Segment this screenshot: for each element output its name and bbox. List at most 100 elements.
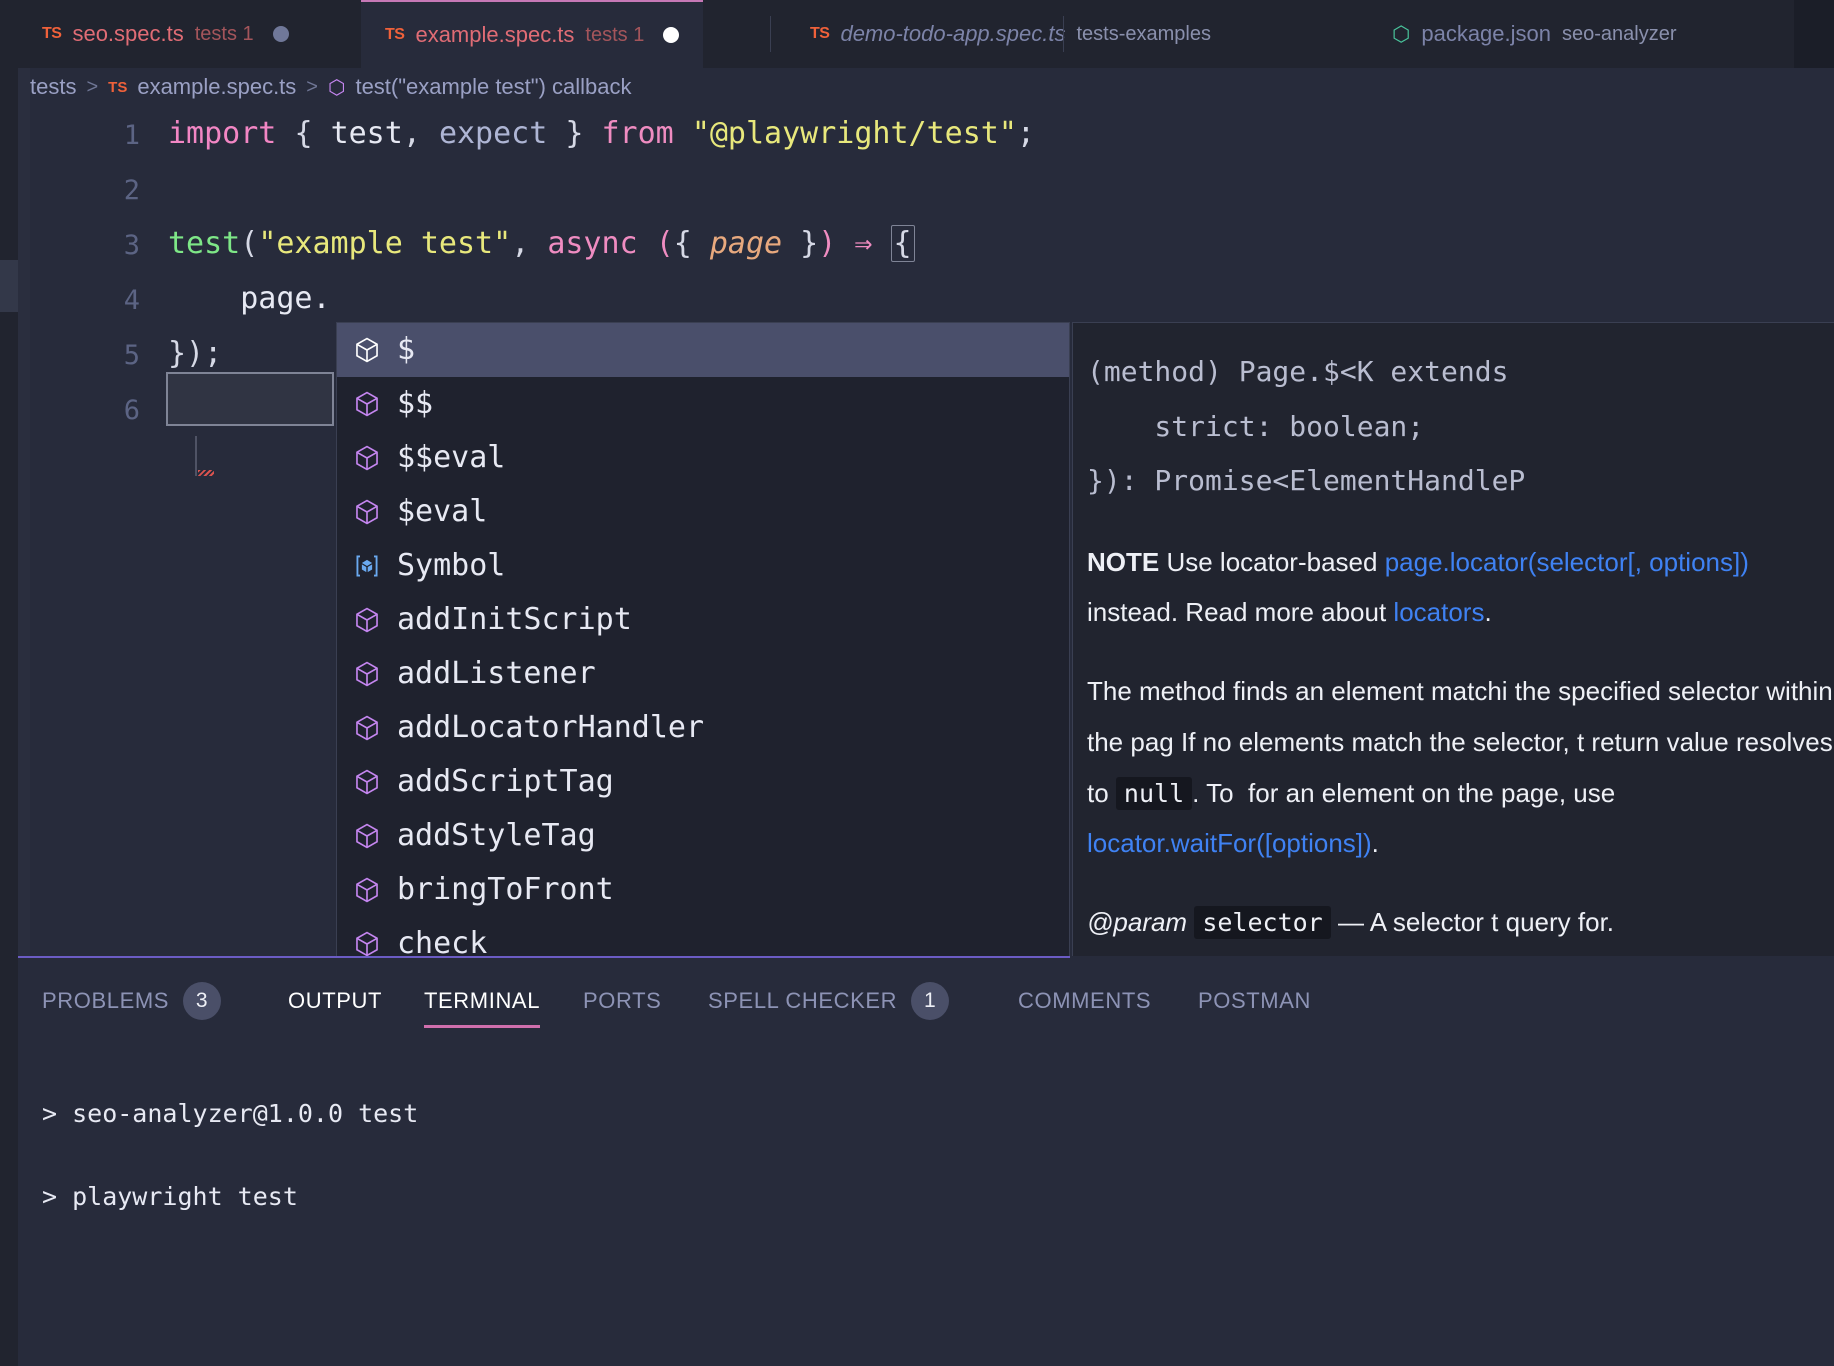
- suggest-item-addstyletag[interactable]: addStyleTag: [337, 809, 1069, 863]
- error-squiggle-icon: [198, 470, 214, 476]
- doc-note-paragraph: NOTE Use locator-based page.locator(sele…: [1087, 537, 1834, 638]
- body-text-1: The method finds an element matchi: [1087, 676, 1508, 707]
- locators-link[interactable]: locators: [1393, 597, 1484, 627]
- param-description-cont: query for.: [1505, 906, 1615, 937]
- activity-bar-active-indicator: [0, 260, 18, 312]
- inline-code-null: null: [1115, 776, 1193, 810]
- suggest-item-label: $$eval: [397, 440, 506, 475]
- terminal-line: > playwright test: [42, 1182, 1082, 1211]
- method-signature: (method) Page.$<K extends strict: boolea…: [1087, 345, 1834, 509]
- suggest-item-dollar[interactable]: $: [337, 323, 1069, 377]
- suggest-item-dollardollar[interactable]: $$: [337, 377, 1069, 431]
- suggest-item-label: bringToFront: [397, 872, 614, 907]
- panel-tab-label: TERMINAL: [424, 988, 541, 1013]
- panel-tab-label: SPELL CHECKER: [708, 988, 898, 1013]
- suggest-item-label: check: [397, 926, 488, 961]
- unsaved-dot-icon[interactable]: [272, 26, 289, 42]
- terminal-line: > seo-analyzer@1.0.0 test: [42, 1099, 1082, 1128]
- body-text-6: for an element on the page, use: [1248, 777, 1623, 808]
- suggest-item-label: $$: [397, 386, 434, 421]
- line-number: 1: [123, 120, 140, 151]
- terminal-line-text: > playwright test: [42, 1182, 298, 1211]
- suggest-item-label: addLocatorHandler: [397, 710, 705, 745]
- editor-tab-bar: TS seo.spec.ts tests 1 TS example.spec.t…: [0, 0, 1834, 68]
- locator-waitfor-link[interactable]: locator.waitFor([options]): [1087, 828, 1372, 858]
- suggest-item-label: addStyleTag: [397, 818, 596, 853]
- panel-tab-spell-checker[interactable]: SPELL CHECKER 1: [708, 972, 950, 1030]
- doc-body-paragraph: The method finds an element matchi the s…: [1087, 666, 1834, 869]
- line-number: 6: [123, 395, 140, 426]
- suggest-item-dollareval[interactable]: $eval: [337, 485, 1069, 539]
- page-locator-link[interactable]: page.locator(selector[, options]): [1385, 547, 1749, 577]
- panel-tab-label: PROBLEMS: [42, 988, 170, 1013]
- tab-title: seo.spec.ts: [72, 21, 184, 46]
- editor-tab-package-json[interactable]: ⬡ package.json seo-analyzer: [1368, 0, 1701, 68]
- breadcrumb-symbol[interactable]: test("example test") callback: [355, 74, 631, 100]
- method-cube-icon: [353, 444, 381, 472]
- method-cube-icon: [353, 822, 381, 850]
- inline-code-selector: selector: [1194, 905, 1331, 939]
- tab-separator: [1063, 16, 1064, 52]
- chevron-right-icon: >: [86, 75, 99, 98]
- symbol-cube-icon: ⬡: [327, 76, 346, 99]
- tab-separator: [770, 16, 771, 52]
- line-number: 2: [123, 175, 140, 206]
- method-cube-icon: [353, 930, 381, 958]
- breadcrumb-folder[interactable]: tests: [30, 74, 76, 100]
- line-number: 3: [123, 230, 140, 261]
- code-text-close-brace: });: [168, 336, 223, 371]
- suggest-widget[interactable]: $ $$ $$eval $eval Symbol addInitScript addList…: [336, 322, 1070, 972]
- panel-top-border: [18, 956, 1070, 958]
- signature-line-1: (method) Page.$<K extends: [1087, 355, 1509, 388]
- note-label: NOTE: [1087, 546, 1160, 577]
- suggest-item-bringtofront[interactable]: bringToFront: [337, 863, 1069, 917]
- suggest-item-addscripttag[interactable]: addScriptTag: [337, 755, 1069, 809]
- suggest-item-addlocatorhandler[interactable]: addLocatorHandler: [337, 701, 1069, 755]
- activity-bar-rail: [0, 0, 18, 1366]
- panel-tab-problems[interactable]: PROBLEMS 3: [42, 972, 222, 1030]
- body-text-3: If no elements match the selector, t: [1180, 726, 1585, 757]
- panel-tab-ports[interactable]: PORTS: [583, 972, 661, 1030]
- breadcrumb[interactable]: tests > TS example.spec.ts > ⬡ test("exa…: [30, 68, 632, 106]
- suggest-item-label: $eval: [397, 494, 488, 529]
- suggest-item-addinitscript[interactable]: addInitScript: [337, 593, 1069, 647]
- method-cube-icon: [353, 390, 381, 418]
- suggest-item-dollardollareval[interactable]: $$eval: [337, 431, 1069, 485]
- panel-tab-comments[interactable]: COMMENTS: [1018, 972, 1151, 1030]
- spell-checker-count-badge: 1: [911, 982, 950, 1020]
- terminal-output[interactable]: > seo-analyzer@1.0.0 test > playwright t…: [42, 1044, 1082, 1366]
- tab-description: seo-analyzer: [1562, 22, 1677, 45]
- line-number: 4: [123, 285, 140, 316]
- doc-param-paragraph: @param selector — A selector t query for…: [1087, 897, 1834, 948]
- panel-tab-terminal[interactable]: TERMINAL: [424, 972, 541, 1030]
- method-cube-icon: [353, 660, 381, 688]
- body-text-7: .: [1371, 828, 1379, 859]
- method-cube-icon: [353, 336, 381, 364]
- nodejs-icon: ⬡: [1392, 22, 1411, 46]
- suggest-item-label: addScriptTag: [397, 764, 614, 799]
- terminal-line-text: > seo-analyzer@1.0.0 test: [42, 1099, 419, 1128]
- tab-title: demo-todo-app.spec.ts: [840, 21, 1066, 46]
- panel-tab-output[interactable]: OUTPUT: [288, 972, 382, 1030]
- panel-tab-label: POSTMAN: [1198, 988, 1311, 1013]
- breadcrumb-file[interactable]: example.spec.ts: [137, 74, 296, 100]
- suggest-item-symbol[interactable]: Symbol: [337, 539, 1069, 593]
- panel-tab-postman[interactable]: POSTMAN: [1198, 972, 1311, 1030]
- editor-tab-seo-spec[interactable]: TS seo.spec.ts tests 1: [18, 0, 313, 68]
- method-cube-icon: [353, 714, 381, 742]
- editor-tab-example-spec[interactable]: TS example.spec.ts tests 1: [361, 0, 704, 68]
- param-description: — A selector t: [1337, 906, 1499, 937]
- panel-tab-label: OUTPUT: [288, 988, 383, 1013]
- suggest-item-addlistener[interactable]: addListener: [337, 647, 1069, 701]
- typescript-icon: TS: [108, 78, 128, 96]
- tab-title: example.spec.ts: [415, 22, 575, 47]
- tab-description: tests-examples: [1076, 22, 1211, 45]
- param-tag: @param: [1087, 906, 1188, 937]
- unsaved-dot-icon[interactable]: [663, 27, 680, 43]
- editor-tab-demo-todo-app-spec[interactable]: TS demo-todo-app.spec.ts tests-examples: [786, 0, 1235, 68]
- method-cube-icon: [353, 768, 381, 796]
- method-cube-icon: [353, 606, 381, 634]
- note-text-1: Use locator-based: [1159, 546, 1385, 577]
- suggest-replace-range-highlight: [166, 372, 334, 426]
